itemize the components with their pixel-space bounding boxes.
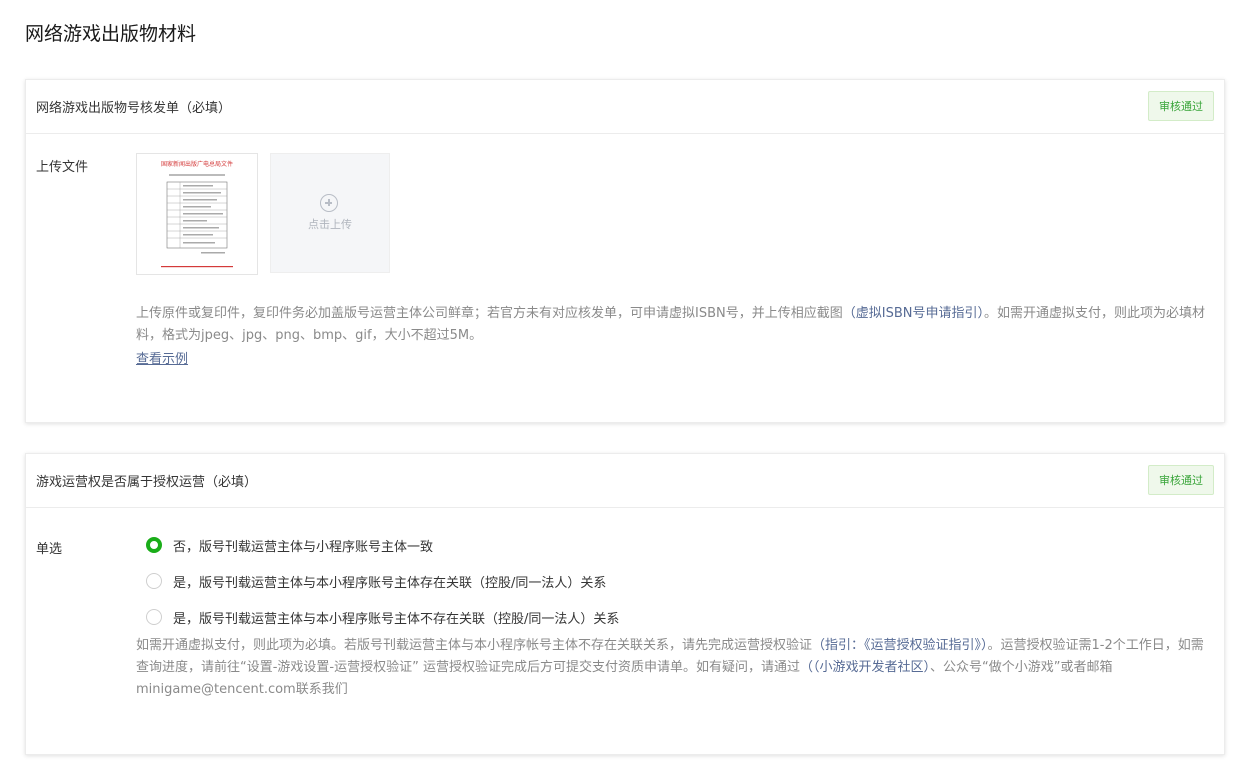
developer-community-link[interactable]: （（小游戏开发者社区） <box>800 660 930 675</box>
hint-text: 上传原件或复印件，复印件务必加盖版号运营主体公司鲜章；若官方未有对应核发单，可申… <box>136 306 843 321</box>
status-badge: 审核通过 <box>1148 91 1214 121</box>
radio-unchecked-icon[interactable] <box>146 609 162 625</box>
thumbnail-header: 国家新闻出版广电总局文件 <box>161 160 233 168</box>
upload-hint: 上传原件或复印件，复印件务必加盖版号运营主体公司鲜章；若官方未有对应核发单，可申… <box>136 303 1216 347</box>
radio-option-yes-unrelated[interactable]: 是，版号刊载运营主体与本小程序账号主体不存在关联（控股/同一法人）关系 <box>146 607 619 627</box>
page-title: 网络游戏出版物材料 <box>25 23 197 45</box>
hint-text: 如需开通虚拟支付，则此项为必填。若版号刊载运营主体与本小程序帐号主体不存在关联关… <box>136 638 813 653</box>
upload-label: 点击上传 <box>308 218 352 231</box>
authorization-guide-link[interactable]: （指引：《运营授权验证指引》） <box>812 638 988 653</box>
upload-file-label: 上传文件 <box>36 160 89 175</box>
virtual-isbn-guide-link[interactable]: （虚拟ISBN号申请指引） <box>843 306 984 321</box>
operation-rights-hint: 如需开通虚拟支付，则此项为必填。若版号刊载运营主体与本小程序帐号主体不存在关联关… <box>136 635 1216 701</box>
card-header: 网络游戏出版物号核发单（必填） 审核通过 <box>26 80 1224 134</box>
uploaded-document-thumbnail[interactable]: 国家新闻出版广电总局文件 <box>136 153 258 275</box>
radio-option-yes-related[interactable]: 是，版号刊载运营主体与本小程序账号主体存在关联（控股/同一法人）关系 <box>146 571 606 591</box>
card-title: 游戏运营权是否属于授权运营（必填） <box>36 475 258 490</box>
radio-option-label: 是，版号刊载运营主体与本小程序账号主体存在关联（控股/同一法人）关系 <box>173 575 607 591</box>
radio-checked-icon[interactable] <box>146 537 162 553</box>
radio-option-label: 是，版号刊载运营主体与本小程序账号主体不存在关联（控股/同一法人）关系 <box>173 611 620 627</box>
operation-rights-card: 游戏运营权是否属于授权运营（必填） 审核通过 单选 否，版号刊载运营主体与小程序… <box>25 453 1225 755</box>
document-preview-image: 国家新闻出版广电总局文件 <box>161 160 233 268</box>
card-header: 游戏运营权是否属于授权运营（必填） 审核通过 <box>26 454 1224 508</box>
view-example-link[interactable]: 查看示例 <box>136 348 188 367</box>
publication-number-card: 网络游戏出版物号核发单（必填） 审核通过 上传文件 国家新闻出版广电总局文件 点… <box>25 79 1225 423</box>
radio-option-no[interactable]: 否，版号刊载运营主体与小程序账号主体一致 <box>146 535 433 555</box>
card-title: 网络游戏出版物号核发单（必填） <box>36 101 232 116</box>
add-circle-icon <box>320 194 338 212</box>
single-choice-label: 单选 <box>36 542 63 557</box>
radio-option-label: 否，版号刊载运营主体与小程序账号主体一致 <box>173 539 434 555</box>
upload-button[interactable]: 点击上传 <box>270 153 390 273</box>
status-badge: 审核通过 <box>1148 465 1214 495</box>
radio-unchecked-icon[interactable] <box>146 573 162 589</box>
